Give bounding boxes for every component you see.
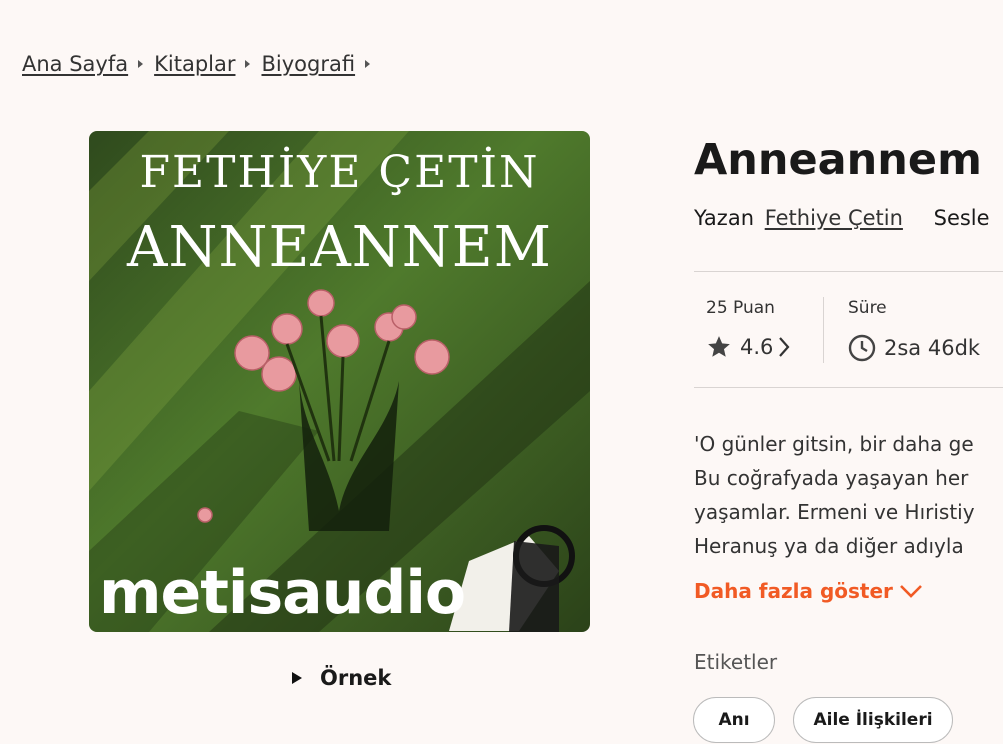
chevron-right-icon	[779, 337, 790, 357]
rating-label: 25 Puan	[706, 298, 775, 318]
cover-author-text: FETHİYE ÇETİN	[139, 147, 540, 198]
breadcrumb-biography[interactable]: Biyografi	[261, 52, 355, 76]
tag-ani[interactable]: Anı	[693, 697, 775, 743]
cover-title-text: ANNEANNEM	[127, 215, 552, 280]
author-link[interactable]: Fethiye Çetin	[765, 206, 903, 230]
breadcrumb-books[interactable]: Kitaplar	[154, 52, 235, 76]
sample-play-button[interactable]: Örnek	[292, 666, 391, 690]
description-line: Heranuş ya da diğer adıyla	[694, 534, 964, 558]
byline: Yazan Fethiye Çetin Sesle	[694, 206, 990, 230]
tag-aile-iliskileri[interactable]: Aile İlişkileri	[793, 697, 953, 743]
star-icon	[708, 336, 730, 357]
play-icon	[292, 672, 302, 684]
breadcrumb: Ana Sayfa Kitaplar Biyografi	[22, 52, 381, 76]
description: 'O günler gitsin, bir daha ge Bu coğrafy…	[694, 427, 975, 563]
cover-artwork	[89, 131, 590, 632]
show-more-label: Daha fazla göster	[694, 579, 893, 603]
caret-right-icon	[245, 60, 251, 68]
description-line: yaşamlar. Ermeni ve Hıristiy	[694, 500, 975, 524]
breadcrumb-home[interactable]: Ana Sayfa	[22, 52, 128, 76]
tags-label: Etiketler	[694, 650, 778, 674]
narrator-label: Sesle	[933, 206, 990, 230]
caret-right-icon	[138, 60, 144, 68]
rating-value: 4.6	[740, 335, 774, 359]
book-cover: FETHİYE ÇETİN ANNEANNEM metisaudio	[89, 131, 590, 632]
show-more-button[interactable]: Daha fazla göster	[694, 579, 923, 603]
duration-label: Süre	[848, 298, 887, 318]
description-line: Bu coğrafyada yaşayan her	[694, 466, 969, 490]
description-line: 'O günler gitsin, bir daha ge	[694, 432, 974, 456]
book-title: Anneannem	[694, 135, 982, 185]
divider	[694, 387, 1003, 388]
divider	[694, 271, 1003, 272]
by-label: Yazan	[694, 206, 755, 230]
caret-right-icon	[365, 60, 371, 68]
chevron-down-icon	[899, 585, 922, 598]
rating-stat[interactable]: 25 Puan 4.6	[706, 298, 791, 360]
publisher-logo: metisaudio	[99, 558, 466, 628]
duration-stat: Süre 2sa 46dk	[848, 298, 980, 362]
sample-label: Örnek	[320, 666, 392, 690]
stat-separator	[823, 297, 824, 363]
clock-icon	[848, 334, 876, 362]
duration-value: 2sa 46dk	[884, 336, 981, 360]
